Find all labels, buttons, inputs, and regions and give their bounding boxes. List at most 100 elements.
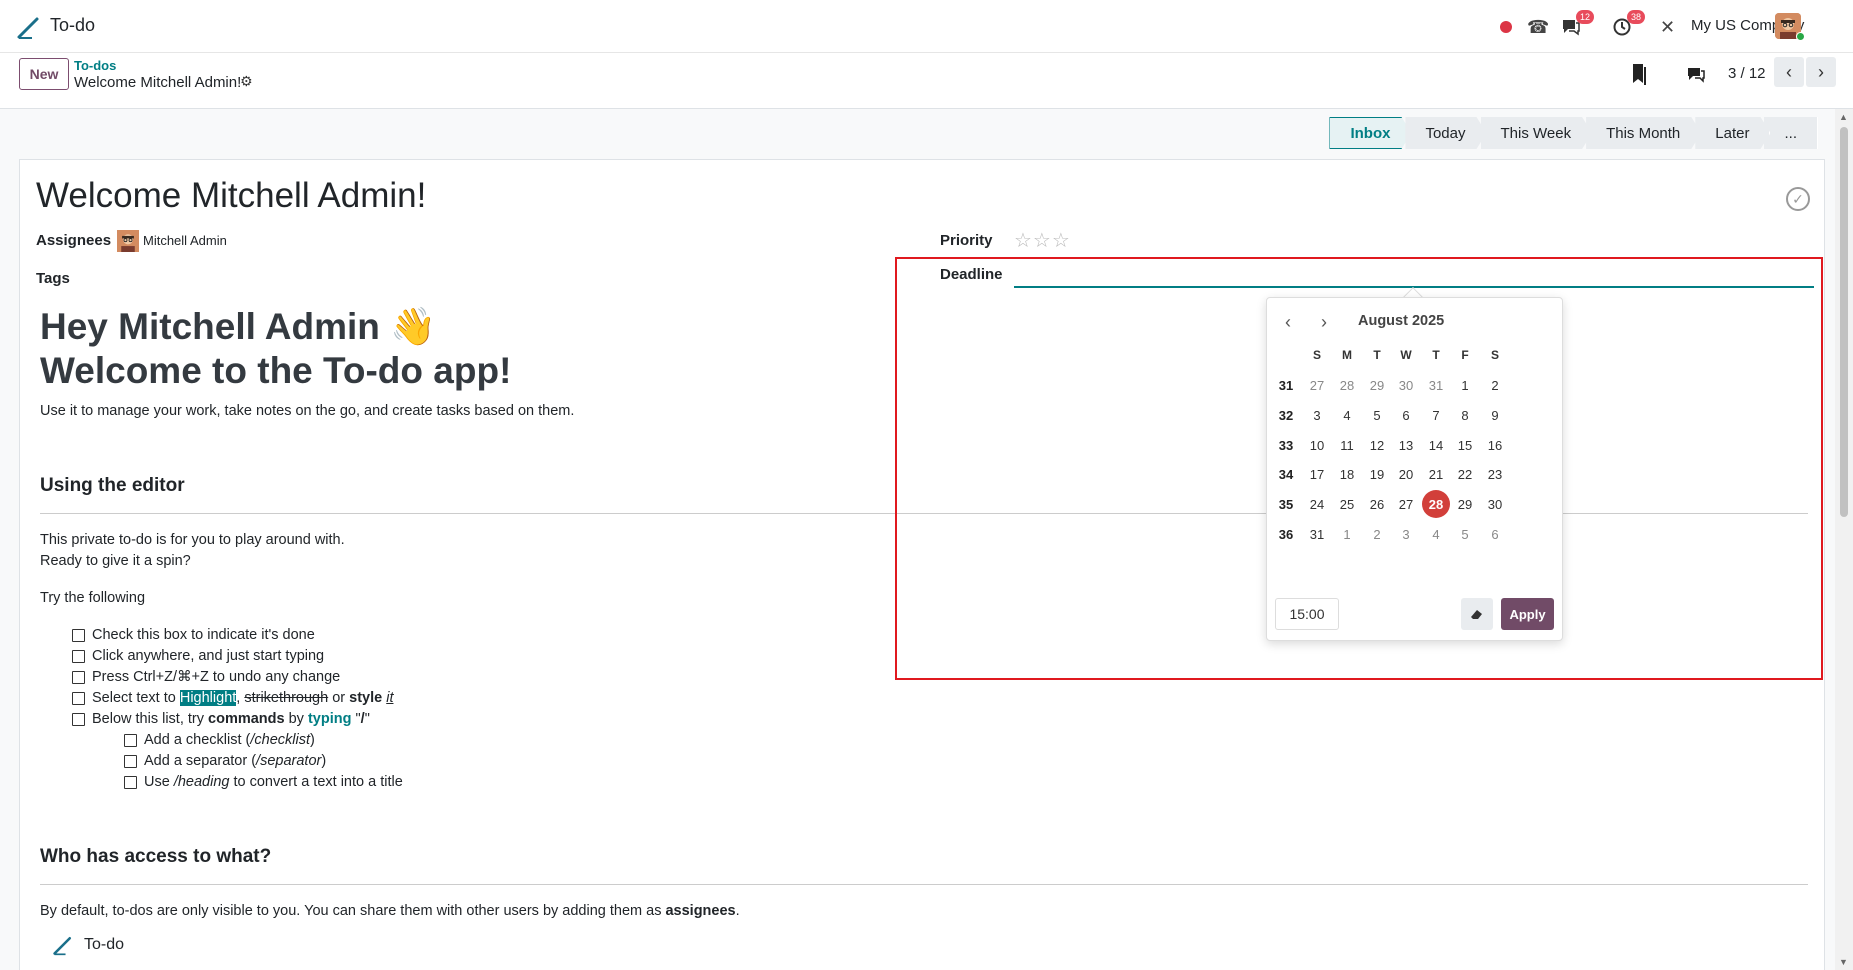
app-name[interactable]: To-do <box>50 15 95 36</box>
day-cell[interactable]: 6 <box>1481 520 1509 548</box>
time-input[interactable]: 15:00 <box>1275 598 1339 630</box>
priority-stars-widget[interactable]: ☆☆☆ <box>1014 228 1071 253</box>
checklist-checkbox[interactable] <box>124 734 137 747</box>
checklist-item[interactable]: Press Ctrl+Z/⌘+Z to undo any change <box>92 669 340 685</box>
stage-later[interactable]: Later <box>1695 117 1770 149</box>
day-cell[interactable]: 16 <box>1481 431 1509 459</box>
day-cell[interactable]: 2 <box>1481 371 1509 399</box>
day-cell[interactable]: 4 <box>1333 401 1361 429</box>
day-cell[interactable]: 11 <box>1333 431 1361 459</box>
day-cell[interactable]: 18 <box>1333 460 1361 488</box>
scrollbar-thumb[interactable] <box>1840 127 1848 517</box>
checklist-checkbox[interactable] <box>124 755 137 768</box>
day-cell[interactable]: 22 <box>1451 460 1479 488</box>
stage-more[interactable]: ... <box>1764 117 1818 149</box>
day-cell[interactable]: 8 <box>1451 401 1479 429</box>
day-cell[interactable]: 4 <box>1422 520 1450 548</box>
pager-previous-button[interactable]: ‹ <box>1774 57 1804 87</box>
day-cell[interactable]: 30 <box>1481 490 1509 518</box>
activities-icon[interactable]: 38 <box>1612 10 1646 40</box>
day-cell[interactable]: 29 <box>1451 490 1479 518</box>
checklist-checkbox[interactable] <box>72 650 85 663</box>
scroll-up-icon[interactable]: ▲ <box>1839 112 1848 122</box>
checklist-item[interactable]: Select text to Highlight, strikethrough … <box>92 690 393 706</box>
day-cell[interactable]: 7 <box>1422 401 1450 429</box>
day-cell[interactable]: 27 <box>1303 371 1331 399</box>
body-intro[interactable]: Use it to manage your work, take notes o… <box>40 403 574 419</box>
previous-month-button[interactable]: ‹ <box>1285 312 1291 333</box>
day-cell[interactable]: 23 <box>1481 460 1509 488</box>
chatter-toggle-icon[interactable] <box>1684 62 1708 86</box>
day-cell[interactable]: 29 <box>1363 371 1391 399</box>
checklist-item[interactable]: Below this list, try commands by typing … <box>92 711 370 727</box>
body-paragraph[interactable]: By default, to-dos are only visible to y… <box>40 903 740 919</box>
day-cell[interactable]: 12 <box>1363 431 1391 459</box>
debug-tools-icon[interactable]: ✕ <box>1660 14 1675 40</box>
day-cell[interactable]: 31 <box>1303 520 1331 548</box>
day-cell[interactable]: 19 <box>1363 460 1391 488</box>
day-cell[interactable]: 3 <box>1392 520 1420 548</box>
breadcrumb-parent[interactable]: To-dos <box>74 58 116 73</box>
stage-inbox[interactable]: Inbox <box>1329 117 1411 149</box>
day-cell[interactable]: 3 <box>1303 401 1331 429</box>
day-cell[interactable]: 24 <box>1303 490 1331 518</box>
checklist-checkbox[interactable] <box>72 629 85 642</box>
page-scrollbar[interactable]: ▲ ▼ <box>1835 109 1853 970</box>
body-heading-welcome[interactable]: Welcome to the To-do app! <box>40 350 511 392</box>
day-cell[interactable]: 28 <box>1333 371 1361 399</box>
checklist-checkbox[interactable] <box>72 692 85 705</box>
stage-this-month[interactable]: This Month <box>1586 117 1701 149</box>
bookmark-icon[interactable] <box>1628 61 1650 87</box>
checklist-checkbox[interactable] <box>72 713 85 726</box>
checklist-checkbox[interactable] <box>124 776 137 789</box>
section-using-editor-title[interactable]: Using the editor <box>40 475 185 497</box>
section-access-title[interactable]: Who has access to what? <box>40 846 271 868</box>
day-cell[interactable]: 26 <box>1363 490 1391 518</box>
clear-date-button[interactable] <box>1461 598 1493 630</box>
next-month-button[interactable]: › <box>1321 312 1327 333</box>
body-paragraph[interactable]: This private to-do is for you to play ar… <box>40 532 345 548</box>
checklist-subitem[interactable]: Add a checklist (/checklist) <box>144 732 315 748</box>
checklist-subitem[interactable]: Add a separator (/separator) <box>144 753 326 769</box>
day-cell[interactable]: 31 <box>1422 371 1450 399</box>
recording-indicator-icon[interactable] <box>1500 14 1512 40</box>
day-cell[interactable]: 30 <box>1392 371 1420 399</box>
day-cell[interactable]: 27 <box>1392 490 1420 518</box>
todo-app-icon[interactable] <box>16 14 42 40</box>
apply-button[interactable]: Apply <box>1501 598 1554 630</box>
assignee-tag[interactable]: Mitchell Admin <box>143 233 227 248</box>
checklist-subitem[interactable]: Use /heading to convert a text into a ti… <box>144 774 403 790</box>
scroll-down-icon[interactable]: ▼ <box>1839 957 1848 967</box>
day-cell[interactable]: 13 <box>1392 431 1420 459</box>
gear-icon[interactable]: ⚙ <box>240 73 253 90</box>
selected-day-cell[interactable]: 28 <box>1422 490 1450 518</box>
mark-done-icon[interactable]: ✓ <box>1786 187 1810 211</box>
pager-value[interactable]: 3 / 12 <box>1728 65 1766 82</box>
datepicker-month-label[interactable]: August 2025 <box>1358 313 1444 329</box>
new-button[interactable]: New <box>19 58 69 90</box>
day-cell[interactable]: 2 <box>1363 520 1391 548</box>
checklist-item[interactable]: Check this box to indicate it's done <box>92 627 315 643</box>
messages-icon[interactable]: 12 <box>1561 10 1595 40</box>
day-cell[interactable]: 21 <box>1422 460 1450 488</box>
day-cell[interactable]: 5 <box>1363 401 1391 429</box>
pager-next-button[interactable]: › <box>1806 57 1836 87</box>
day-cell[interactable]: 1 <box>1451 371 1479 399</box>
day-cell[interactable]: 5 <box>1451 520 1479 548</box>
day-cell[interactable]: 10 <box>1303 431 1331 459</box>
day-cell[interactable]: 17 <box>1303 460 1331 488</box>
checklist-item[interactable]: Click anywhere, and just start typing <box>92 648 324 664</box>
checklist-checkbox[interactable] <box>72 671 85 684</box>
day-cell[interactable]: 9 <box>1481 401 1509 429</box>
day-cell[interactable]: 1 <box>1333 520 1361 548</box>
body-paragraph[interactable]: Ready to give it a spin? <box>40 553 191 569</box>
day-cell[interactable]: 25 <box>1333 490 1361 518</box>
phone-icon[interactable]: ☎ <box>1527 14 1549 40</box>
body-paragraph[interactable]: Try the following <box>40 590 145 606</box>
day-cell[interactable]: 15 <box>1451 431 1479 459</box>
day-cell[interactable]: 20 <box>1392 460 1420 488</box>
stage-today[interactable]: Today <box>1405 117 1486 149</box>
day-cell[interactable]: 14 <box>1422 431 1450 459</box>
record-title[interactable]: Welcome Mitchell Admin! <box>36 176 426 216</box>
body-heading-greeting[interactable]: Hey Mitchell Admin 👋 <box>40 306 436 349</box>
